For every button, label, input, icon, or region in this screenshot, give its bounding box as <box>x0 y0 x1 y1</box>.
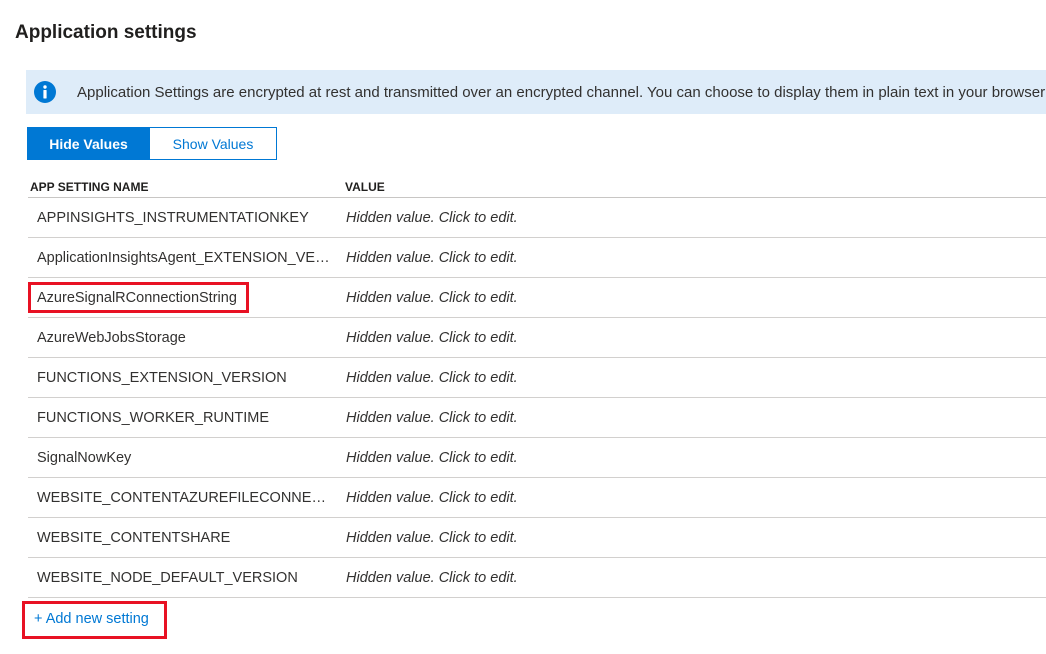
column-header-name: APP SETTING NAME <box>30 180 149 194</box>
table-row[interactable]: ApplicationInsightsAgent_EXTENSION_VER..… <box>28 238 1046 278</box>
show-values-button[interactable]: Show Values <box>150 127 277 160</box>
table-row[interactable]: AzureSignalRConnectionString Hidden value… <box>28 278 1046 318</box>
setting-name[interactable]: ApplicationInsightsAgent_EXTENSION_VER..… <box>28 250 333 266</box>
info-icon <box>34 81 56 103</box>
setting-value[interactable]: Hidden value. Click to edit. <box>333 290 518 306</box>
table-row[interactable]: AzureWebJobsStorage Hidden value. Click t… <box>28 318 1046 358</box>
table-row[interactable]: FUNCTIONS_WORKER_RUNTIME Hidden value. Cl… <box>28 398 1046 438</box>
setting-value[interactable]: Hidden value. Click to edit. <box>333 250 518 266</box>
setting-value[interactable]: Hidden value. Click to edit. <box>333 450 518 466</box>
table-row[interactable]: WEBSITE_CONTENTAZUREFILECONNECTIO... Hidd… <box>28 478 1046 518</box>
column-header-value: VALUE <box>345 180 385 194</box>
table-row[interactable]: SignalNowKey Hidden value. Click to edit. <box>28 438 1046 478</box>
setting-value[interactable]: Hidden value. Click to edit. <box>333 370 518 386</box>
table-header: APP SETTING NAME VALUE <box>28 177 1046 198</box>
setting-name[interactable]: WEBSITE_NODE_DEFAULT_VERSION <box>28 570 333 586</box>
setting-name[interactable]: WEBSITE_CONTENTSHARE <box>28 530 333 546</box>
info-banner-text: Application Settings are encrypted at re… <box>77 83 1046 101</box>
table-row[interactable]: FUNCTIONS_EXTENSION_VERSION Hidden value.… <box>28 358 1046 398</box>
table-row[interactable]: APPINSIGHTS_INSTRUMENTATIONKEY Hidden val… <box>28 198 1046 238</box>
table-row[interactable]: WEBSITE_NODE_DEFAULT_VERSION Hidden value… <box>28 558 1046 598</box>
setting-value[interactable]: Hidden value. Click to edit. <box>333 210 518 226</box>
setting-name[interactable]: WEBSITE_CONTENTAZUREFILECONNECTIO... <box>28 490 333 506</box>
settings-table: APP SETTING NAME VALUE APPINSIGHTS_INSTR… <box>28 177 1046 598</box>
hide-values-button[interactable]: Hide Values <box>27 127 150 160</box>
info-banner: Application Settings are encrypted at re… <box>26 70 1046 114</box>
setting-value[interactable]: Hidden value. Click to edit. <box>333 330 518 346</box>
setting-name[interactable]: FUNCTIONS_EXTENSION_VERSION <box>28 370 333 386</box>
setting-name[interactable]: APPINSIGHTS_INSTRUMENTATIONKEY <box>28 210 333 226</box>
page-title: Application settings <box>15 22 197 43</box>
setting-name[interactable]: AzureSignalRConnectionString <box>28 290 333 306</box>
setting-name[interactable]: SignalNowKey <box>28 450 333 466</box>
setting-value[interactable]: Hidden value. Click to edit. <box>333 530 518 546</box>
add-new-setting-link[interactable]: + Add new setting <box>34 611 149 627</box>
table-body: APPINSIGHTS_INSTRUMENTATIONKEY Hidden val… <box>28 198 1046 598</box>
setting-value[interactable]: Hidden value. Click to edit. <box>333 490 518 506</box>
setting-value[interactable]: Hidden value. Click to edit. <box>333 410 518 426</box>
application-settings-page: Application settings Application Setting… <box>0 0 1046 654</box>
setting-name[interactable]: FUNCTIONS_WORKER_RUNTIME <box>28 410 333 426</box>
table-row[interactable]: WEBSITE_CONTENTSHARE Hidden value. Click … <box>28 518 1046 558</box>
values-toggle: Hide Values Show Values <box>27 127 277 160</box>
setting-name[interactable]: AzureWebJobsStorage <box>28 330 333 346</box>
setting-value[interactable]: Hidden value. Click to edit. <box>333 570 518 586</box>
